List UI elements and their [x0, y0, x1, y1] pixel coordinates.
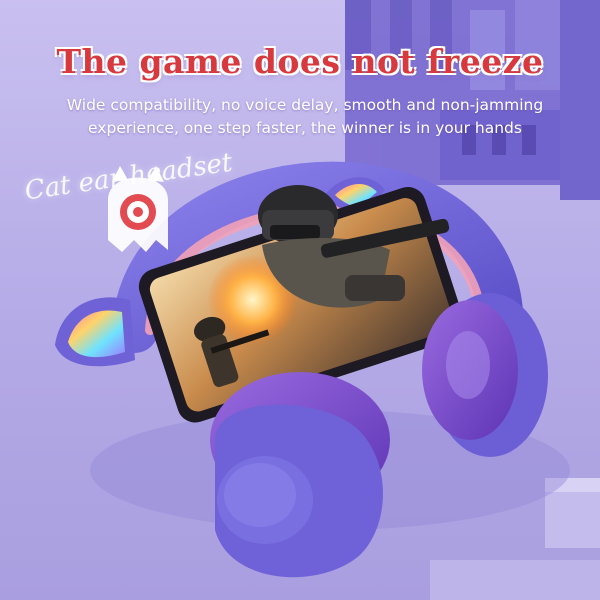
ear-cup-left: [210, 372, 390, 578]
scene-illustration: [0, 0, 600, 600]
subtext-line-1: Wide compatibility, no voice delay, smoo…: [66, 96, 544, 114]
product-scene: The game does not freeze Wide compatibil…: [0, 0, 600, 600]
subtext: Wide compatibility, no voice delay, smoo…: [40, 94, 570, 140]
headline: The game does not freeze: [56, 42, 544, 81]
subtext-line-2: experience, one step faster, the winner …: [88, 119, 522, 137]
